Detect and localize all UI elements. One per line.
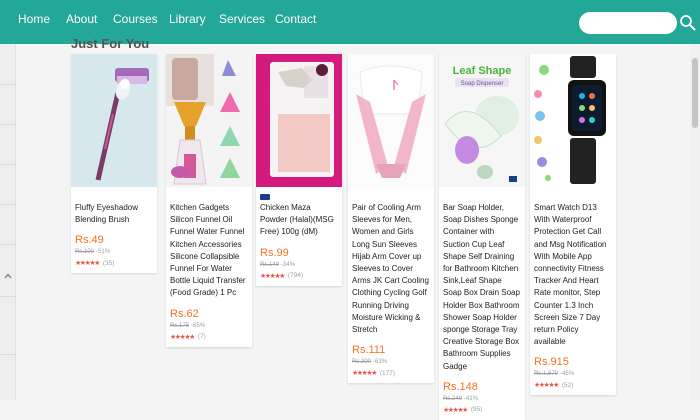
discount-percent: -63%	[373, 359, 388, 366]
product-card[interactable]: Pair of Cooling Arm Sleeves for Men, Wom…	[348, 54, 434, 384]
review-count: (794)	[287, 272, 304, 280]
product-name: Pair of Cooling Arm Sleeves for Men, Wom…	[352, 203, 429, 335]
rating-stars: ★★★★★	[443, 406, 468, 414]
product-image: Leaf Shape Soap Dispenser	[439, 54, 525, 187]
review-count: (52)	[561, 381, 574, 389]
product-card[interactable]: Kitchen Gadgets Silicon Funnel Oil Funne…	[166, 54, 252, 347]
nav-services-link[interactable]: Services	[219, 12, 265, 26]
discount-percent: -65%	[191, 322, 206, 329]
product-price: Rs.111	[352, 344, 386, 357]
search-input[interactable]	[579, 12, 677, 34]
discount-percent: -51%	[96, 249, 111, 256]
scrollbar-thumb[interactable]	[692, 58, 698, 128]
review-count: (35)	[102, 259, 115, 267]
product-name: Fluffy Eyeshadow Blending Brush	[75, 203, 138, 225]
search-icon[interactable]	[679, 14, 697, 32]
nav-home-link[interactable]: Home	[18, 12, 50, 26]
product-name: Chicken Maza Powder (Halal)(MSG Free) 10…	[260, 203, 334, 237]
chevron-up-icon[interactable]	[3, 271, 13, 281]
rating-stars: ★★★★★	[75, 260, 100, 268]
discount-percent: -41%	[464, 395, 479, 402]
product-card[interactable]: Fluffy Eyeshadow Blending Brush Rs.49 Rs…	[71, 54, 157, 274]
discount-percent: -45%	[560, 371, 575, 378]
nav-contact-link[interactable]: Contact	[275, 12, 316, 26]
product-name: Kitchen Gadgets Silicon Funnel Oil Funne…	[170, 203, 246, 298]
product-image	[71, 54, 157, 187]
nav-courses-link[interactable]: Courses	[113, 12, 158, 26]
product-price: Rs.62	[170, 307, 199, 320]
section-title: Just For You	[71, 36, 150, 51]
product-image	[530, 54, 616, 187]
product-price: Rs.99	[260, 246, 289, 259]
image-subheading-text: Soap Dispenser	[461, 81, 504, 87]
original-price: Rs.1,679	[534, 371, 559, 378]
image-heading-text: Leaf Shape	[453, 65, 512, 77]
mall-badge	[260, 194, 270, 200]
original-price: Rs.100	[75, 249, 95, 256]
side-rail	[0, 44, 16, 400]
product-name: Smart Watch D13 With Waterproof Protecti…	[534, 203, 607, 347]
product-image	[348, 54, 434, 187]
original-price: Rs.175	[170, 322, 190, 329]
rating-stars: ★★★★★	[260, 272, 285, 280]
original-price: Rs.249	[443, 395, 463, 402]
rating-stars: ★★★★★	[352, 370, 377, 378]
product-image	[166, 54, 252, 187]
product-name: Bar Soap Holder, Soap Dishes Sponge Cont…	[443, 203, 520, 371]
review-count: (95)	[470, 406, 483, 414]
product-price: Rs.915	[534, 356, 569, 369]
nav-about-link[interactable]: About	[66, 12, 97, 26]
product-card[interactable]: Leaf Shape Soap Dispenser Bar Soap Holde…	[439, 54, 525, 420]
powder-label-text: CHICKEN POWDER	[261, 113, 268, 174]
product-price: Rs.148	[443, 380, 478, 393]
nav-library-link[interactable]: Library	[169, 12, 206, 26]
original-price: Rs.149	[260, 261, 280, 268]
product-price: Rs.49	[75, 234, 104, 247]
rating-stars: ★★★★★	[534, 382, 559, 390]
rating-stars: ★★★★★	[170, 333, 195, 341]
discount-percent: -34%	[281, 261, 296, 268]
original-price: Rs.300	[352, 359, 372, 366]
review-count: (177)	[379, 369, 396, 377]
product-image: CHICKEN POWDER	[256, 54, 342, 187]
product-card[interactable]: Smart Watch D13 With Waterproof Protecti…	[530, 54, 616, 396]
review-count: (7)	[197, 333, 206, 341]
product-card[interactable]: CHICKEN POWDER Chicken Maza Powder (Hala…	[256, 54, 342, 286]
